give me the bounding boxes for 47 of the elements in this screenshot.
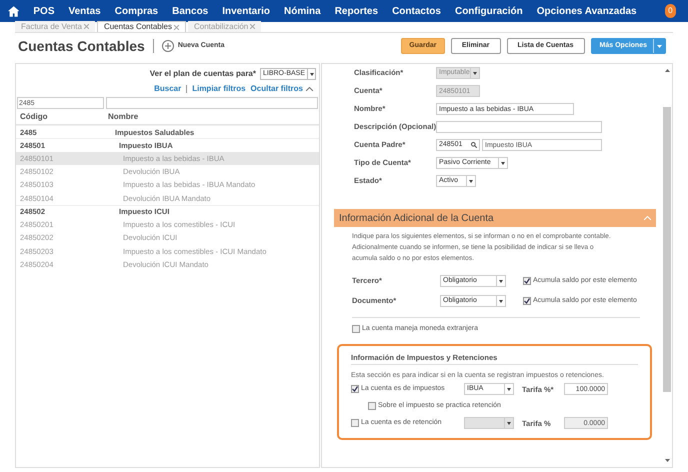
- caret-icon: [469, 180, 473, 182]
- column-header: Nombre: [107, 110, 138, 122]
- text-field[interactable]: [436, 121, 602, 133]
- caret-icon: [473, 72, 477, 74]
- caret-icon: [310, 72, 314, 76]
- scroll-down-icon[interactable]: [664, 459, 670, 462]
- scroll-up-icon[interactable]: [664, 69, 670, 72]
- nav-menu-item[interactable]: Nómina: [284, 4, 321, 18]
- nav-menu-item[interactable]: Configuración: [454, 4, 523, 18]
- section-header[interactable]: Información Adicional de la Cuenta: [334, 209, 656, 227]
- checkbox[interactable]: [351, 419, 359, 428]
- nav-menu-item[interactable]: Ventas: [68, 4, 101, 18]
- document-tab[interactable]: Cuentas Contables: [96, 21, 186, 32]
- select-field[interactable]: [464, 417, 514, 430]
- checkbox[interactable]: [523, 297, 531, 305]
- column-header: Código: [19, 110, 49, 122]
- checkbox[interactable]: [368, 402, 376, 410]
- chevron-up-icon: [644, 216, 651, 220]
- filter-label: Ver el plan de cuentas para*: [150, 68, 256, 80]
- page-title: Cuentas Contables: [18, 36, 145, 56]
- nav-menu-item[interactable]: Reportes: [334, 4, 378, 18]
- chevron-up-icon: [306, 87, 313, 91]
- caret-icon: [507, 422, 511, 425]
- nav-menu-item[interactable]: Compras: [114, 4, 158, 18]
- home-icon[interactable]: [8, 4, 20, 18]
- nav-menu-item[interactable]: Opciones Avanzadas: [536, 4, 637, 18]
- caret-icon: [657, 44, 662, 48]
- caret-icon: [501, 162, 505, 164]
- caret-icon: [499, 280, 503, 282]
- nav-menu-item[interactable]: Inventario: [222, 4, 270, 18]
- nav-menu-item[interactable]: POS: [33, 4, 54, 18]
- name-filter-field[interactable]: [106, 97, 318, 109]
- checkbox[interactable]: [523, 277, 531, 285]
- close-icon[interactable]: [250, 24, 256, 29]
- checkbox[interactable]: [352, 325, 360, 334]
- search-icon[interactable]: [471, 142, 477, 148]
- filter-link[interactable]: Limpiar filtros: [192, 83, 246, 95]
- nav-menu-item[interactable]: Contactos: [392, 4, 441, 18]
- checkbox[interactable]: [351, 385, 359, 394]
- close-icon[interactable]: [174, 24, 179, 30]
- plus-icon: [162, 40, 174, 52]
- caret-icon: [499, 300, 503, 302]
- filter-link[interactable]: Ocultar filtros: [250, 83, 313, 95]
- close-icon[interactable]: [84, 24, 89, 29]
- caret-icon: [507, 388, 511, 391]
- nav-menu-item[interactable]: Bancos: [172, 4, 208, 18]
- filter-link[interactable]: Buscar: [154, 83, 182, 95]
